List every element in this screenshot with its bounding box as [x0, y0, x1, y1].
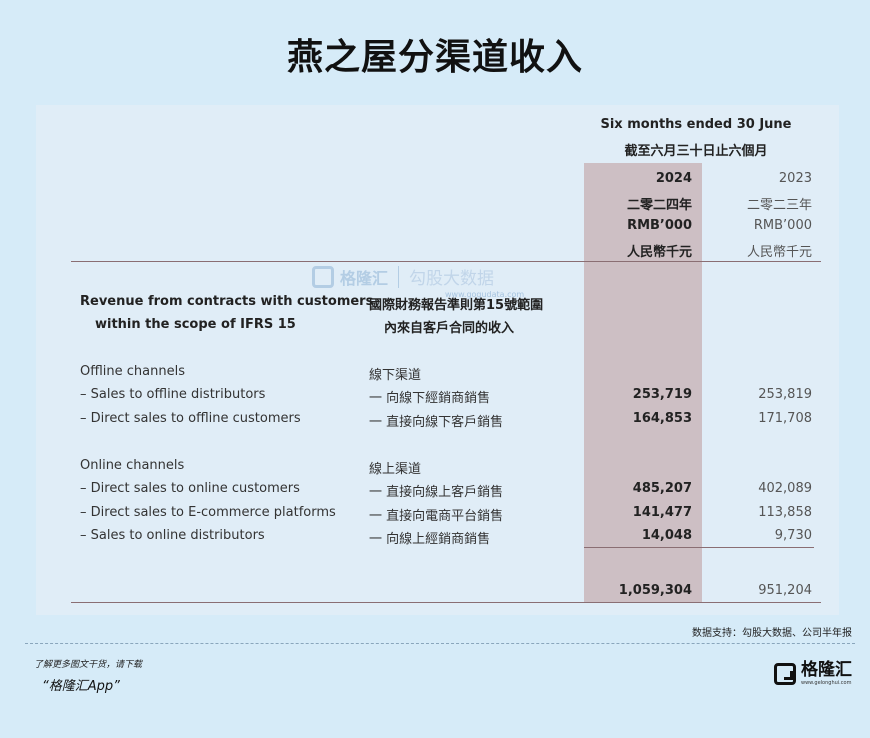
- row-value-2024: 253,719: [632, 387, 692, 402]
- group-label-en: Offline channels: [80, 364, 185, 379]
- download-prompt: 了解更多图文干货，请下载: [34, 660, 143, 670]
- app-name: “格隆汇App”: [42, 679, 120, 694]
- row-label-zh: 一 向線上經銷商銷售: [369, 532, 491, 547]
- group-label-zh: 線上渠道: [369, 462, 422, 477]
- unit-2024-zh: 人民幣千元: [626, 245, 692, 260]
- row-value-2024: 14,048: [641, 528, 692, 543]
- section-heading-en-2: within the scope of IFRS 15: [95, 317, 296, 332]
- total-2023: 951,204: [758, 583, 812, 598]
- subtotal-rule: [584, 547, 814, 548]
- source-note: 数据支持：勾股大数据、公司半年报: [692, 628, 852, 639]
- unit-2023: RMB’000: [753, 218, 812, 233]
- row-label-zh: 一 向線下經銷商銷售: [369, 391, 491, 406]
- period-heading-en: Six months ended 30 June: [600, 117, 792, 132]
- year-2024-zh: 二零二四年: [626, 198, 692, 213]
- brand-url: www.gelonghui.com: [801, 680, 852, 686]
- unit-2023-zh: 人民幣千元: [746, 245, 812, 260]
- section-heading-zh-2: 內來自客戶合同的收入: [384, 321, 515, 336]
- watermark-url: www.gogudata.com: [445, 290, 525, 299]
- header-rule: [71, 261, 821, 262]
- row-value-2024: 485,207: [632, 481, 692, 496]
- row-value-2024: 164,853: [632, 411, 692, 426]
- row-value-2023: 113,858: [758, 505, 812, 520]
- total-2024: 1,059,304: [618, 583, 692, 598]
- row-label-en: – Direct sales to offline customers: [80, 411, 301, 426]
- footer-divider: [25, 643, 855, 644]
- row-label-zh: 一 直接向線下客戶銷售: [369, 415, 504, 430]
- row-value-2023: 9,730: [774, 528, 812, 543]
- row-value-2024: 141,477: [632, 505, 692, 520]
- brand-name: 格隆汇: [801, 660, 852, 680]
- year-2024: 2024: [655, 171, 692, 186]
- row-label-en: – Sales to online distributors: [80, 528, 265, 543]
- group-label-zh: 線下渠道: [369, 368, 422, 383]
- group-label-en: Online channels: [80, 458, 185, 473]
- row-label-en: – Direct sales to E-commerce platforms: [80, 505, 336, 520]
- unit-2024: RMB’000: [627, 218, 692, 233]
- revenue-table: Six months ended 30 June 截至六月三十日止六個月 202…: [36, 105, 839, 615]
- row-label-zh: 一 直接向電商平台銷售: [369, 509, 504, 524]
- period-heading-zh: 截至六月三十日止六個月: [624, 144, 768, 159]
- total-rule: [71, 602, 821, 603]
- brand-logo-icon: [774, 662, 796, 685]
- row-value-2023: 253,819: [758, 387, 812, 402]
- section-heading-en-1: Revenue from contracts with customers: [80, 294, 374, 309]
- brand-logo: 格隆汇 www.gelonghui.com: [774, 660, 852, 687]
- row-label-en: – Direct sales to online customers: [80, 481, 300, 496]
- page-title: 燕之屋分渠道收入: [286, 37, 583, 78]
- row-value-2023: 402,089: [758, 481, 812, 496]
- year-2023-zh: 二零二三年: [746, 198, 812, 213]
- row-label-zh: 一 直接向線上客戶銷售: [369, 485, 504, 500]
- row-value-2023: 171,708: [758, 411, 812, 426]
- row-label-en: – Sales to offline distributors: [80, 387, 266, 402]
- year-2023: 2023: [778, 171, 812, 186]
